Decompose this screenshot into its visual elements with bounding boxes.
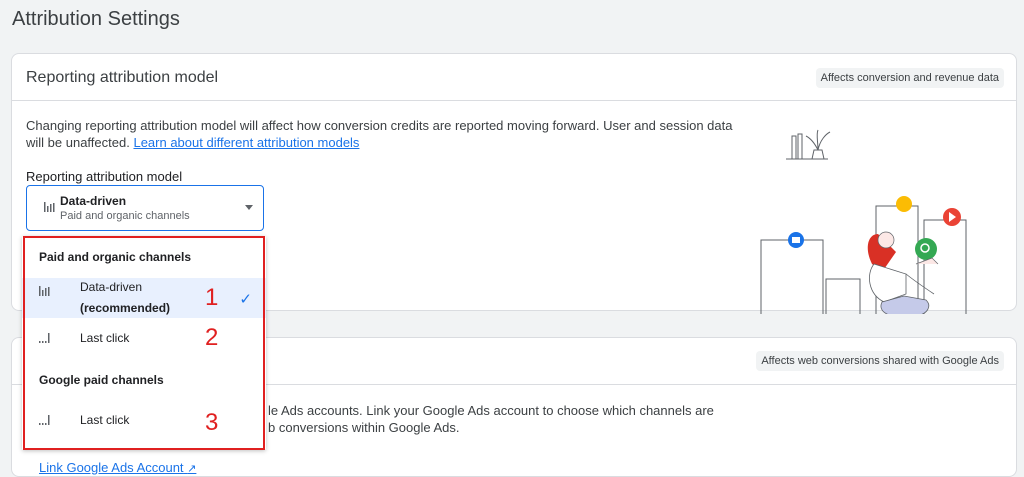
page-title: Attribution Settings <box>12 8 180 30</box>
impact-chip: Affects conversion and revenue data <box>815 68 1004 88</box>
annotation-highlight-box <box>23 236 265 450</box>
chevron-down-icon <box>245 205 253 210</box>
link-google-ads-link[interactable]: Link Google Ads Account ↗ <box>39 460 196 475</box>
card-header: Reporting attribution model Affects conv… <box>12 54 1016 101</box>
description-text: Changing reporting attribution model wil… <box>26 118 733 150</box>
link-google-ads-label: Link Google Ads Account <box>39 460 184 475</box>
card2-text-line1: le Ads accounts. Link your Google Ads ac… <box>268 403 714 418</box>
annotation-number-1: 1 <box>205 284 219 311</box>
card2-description: le Ads accounts. Link your Google Ads ac… <box>268 402 714 436</box>
select-subvalue: Paid and organic channels <box>60 210 190 222</box>
attribution-model-select[interactable]: Data-driven Paid and organic channels <box>26 185 264 231</box>
annotation-number-2: 2 <box>205 324 219 351</box>
learn-more-link[interactable]: Learn about different attribution models <box>133 135 359 150</box>
attribution-illustration <box>760 129 967 314</box>
select-value: Data-driven <box>60 194 127 208</box>
impact-chip: Affects web conversions shared with Goog… <box>756 351 1004 371</box>
card-title: Reporting attribution model <box>26 69 219 86</box>
annotation-number-3: 3 <box>205 409 219 436</box>
field-label: Reporting attribution model <box>26 169 183 184</box>
bar-chart-icon <box>44 202 55 212</box>
card2-text-line2: b conversions within Google Ads. <box>268 420 460 435</box>
external-link-icon: ↗ <box>187 463 197 475</box>
description: Changing reporting attribution model wil… <box>26 117 746 151</box>
